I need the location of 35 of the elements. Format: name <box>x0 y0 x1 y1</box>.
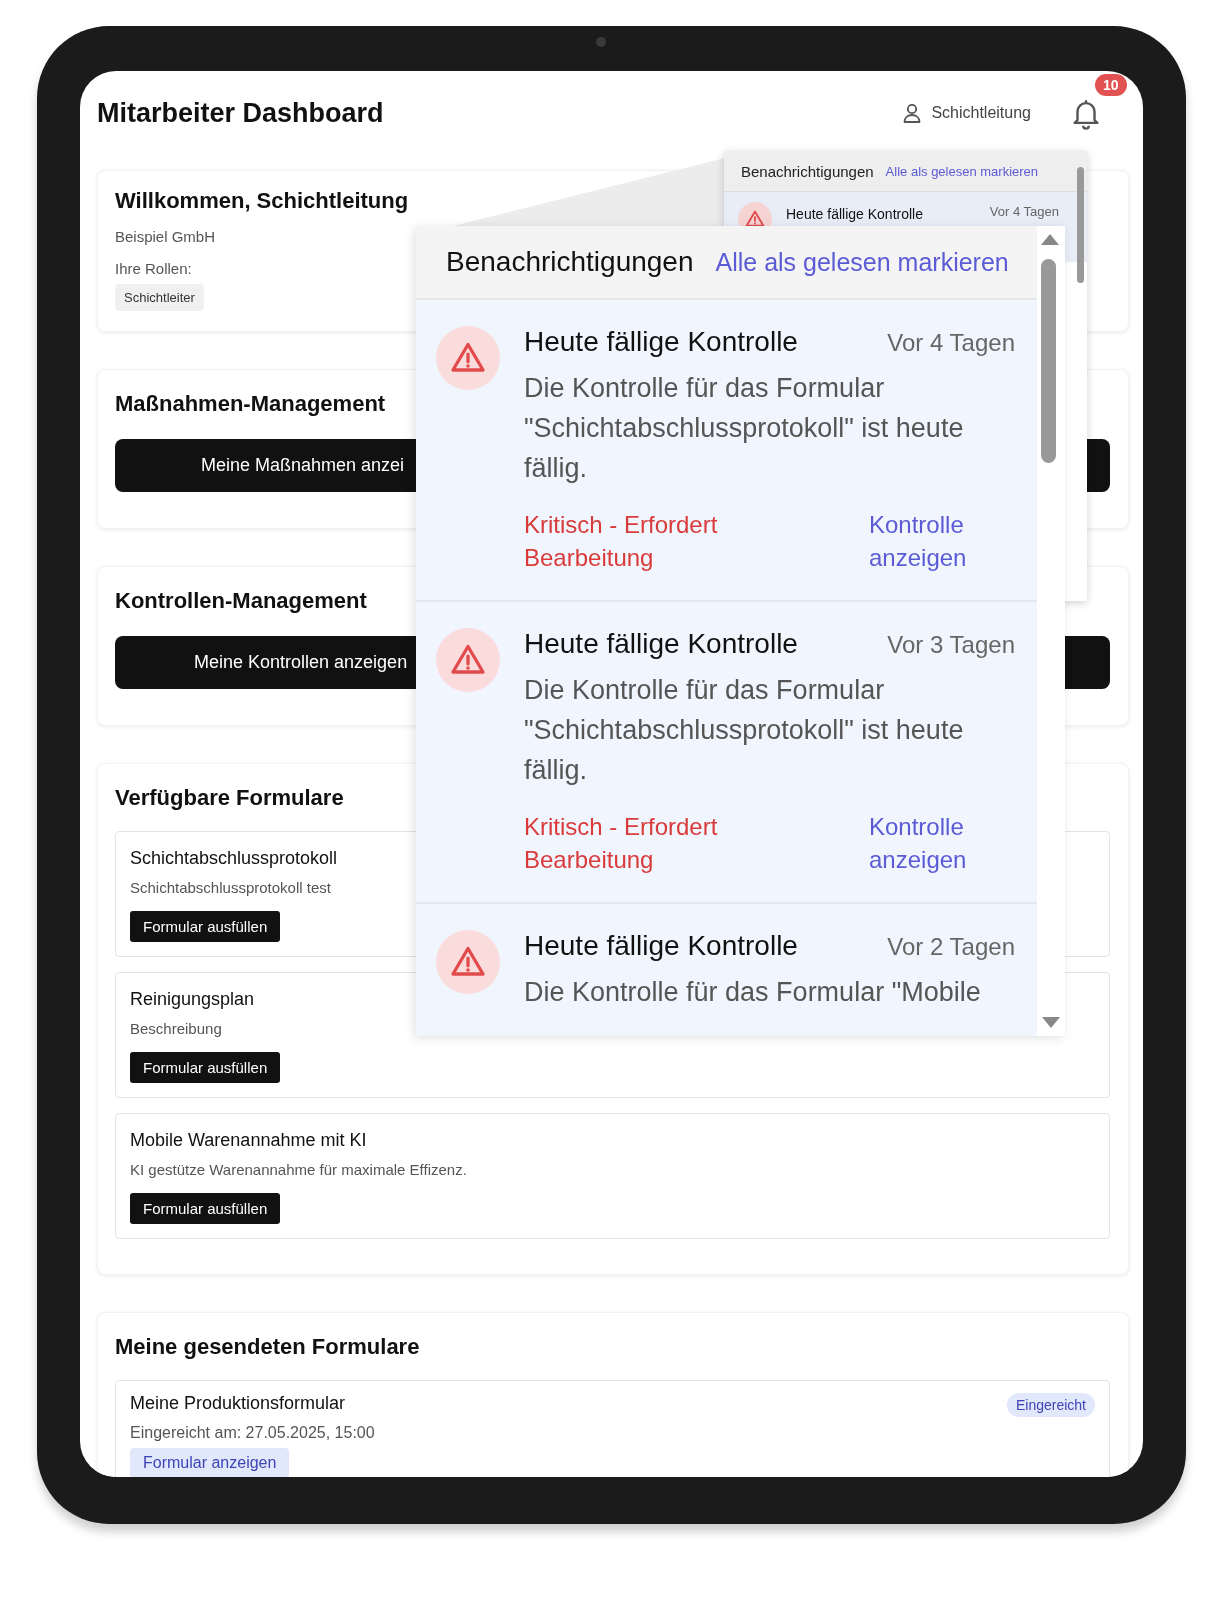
status-badge: Eingereicht <box>1006 1393 1095 1417</box>
section-title: Kontrollen-Management <box>115 588 367 614</box>
user-name: Schichtleitung <box>931 104 1031 122</box>
priority-label: Kritisch - Erfordert Bearbeitung <box>524 812 719 875</box>
form-description: KI gestütze Warenannahme für maximale Effizenz. <box>130 1161 467 1178</box>
form-name: Reinigungsplan <box>130 989 255 1010</box>
priority-label: Kritisch - Erfordert Bearbeitung <box>524 510 719 573</box>
notification-title: Heute fällige Kontrolle <box>524 326 798 358</box>
dropdown-title: Benachrichtigungen <box>446 246 694 278</box>
page-title: Mitarbeiter Dashboard <box>97 97 385 129</box>
company-name: Beispiel GmbH <box>115 228 216 245</box>
form-name: Mobile Warenannahme mit KI <box>130 1130 367 1151</box>
section-title: Verfügbare Formulare <box>115 785 344 811</box>
notification-count: 10 <box>1095 74 1127 96</box>
notification-title: Heute fällige Kontrolle <box>524 628 798 660</box>
section-title: Meine gesendeten Formulare <box>115 1334 420 1360</box>
submitted-date: Eingereicht am: 27.05.2025, 15:00 <box>130 1424 375 1442</box>
welcome-heading: Willkommen, Schichtleitung <box>115 188 409 214</box>
dropdown-title: Benachrichtigungen <box>741 162 874 180</box>
notification-message: Die Kontrolle für das Formular "Mobile <box>524 976 982 1009</box>
form-description: Beschreibung <box>130 1020 222 1037</box>
notification-time: Vor 3 Tagen <box>887 631 1015 659</box>
notification-title: Heute fällige Kontrolle <box>786 206 924 222</box>
notification-time: Vor 4 Tagen <box>887 329 1015 357</box>
notification-time: Vor 4 Tagen <box>989 204 1059 219</box>
notification-message: Die Kontrolle für das Formular "Schichtabschlussprotokoll" ist heute fällig. <box>524 674 965 787</box>
form-name: Meine Produktionsformular <box>130 1393 346 1414</box>
role-tag: Schichtleiter <box>115 284 204 311</box>
notification-message: Die Kontrolle für das Formular "Schichtabschlussprotokoll" ist heute fällig. <box>524 372 965 485</box>
notification-title: Heute fällige Kontrolle <box>524 930 798 962</box>
notification-time: Vor 2 Tagen <box>887 933 1015 961</box>
roles-label: Ihre Rollen: <box>115 260 192 277</box>
form-name: Schichtabschlussprotokoll <box>130 848 338 869</box>
section-title: Maßnahmen-Management <box>115 391 386 417</box>
form-description: Schichtabschlussprotokoll test <box>130 879 331 896</box>
